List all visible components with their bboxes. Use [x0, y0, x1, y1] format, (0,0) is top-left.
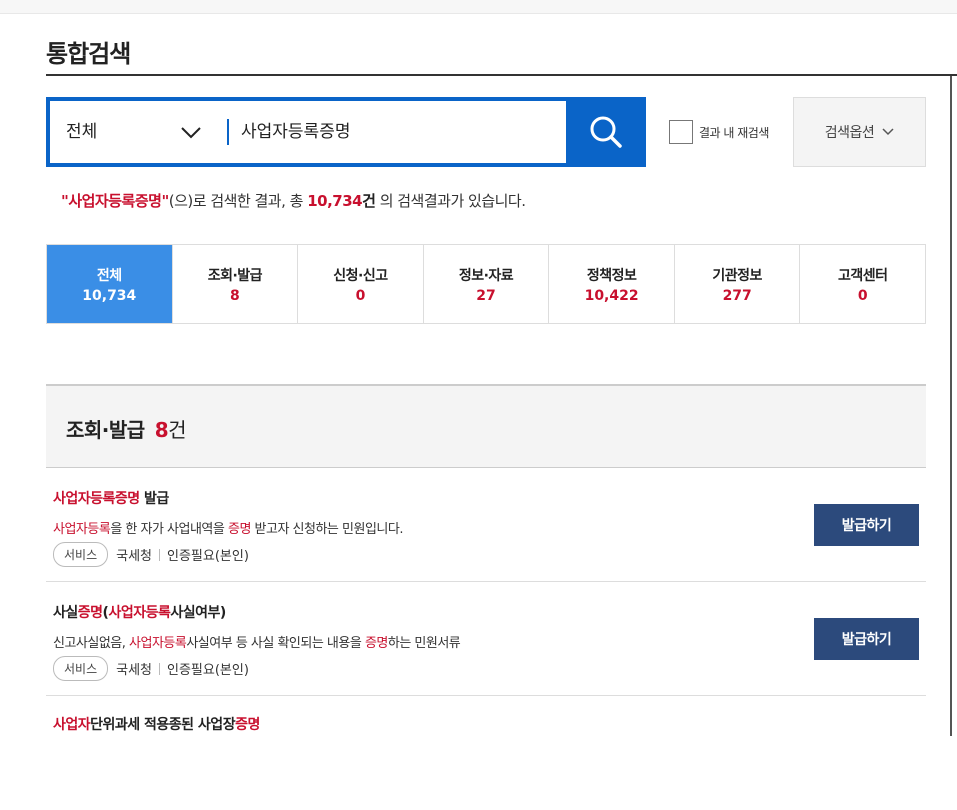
meta-divider: [159, 662, 161, 675]
result-meta: 서비스 국세청 인증필요(본인): [53, 656, 249, 681]
search-icon: [590, 116, 622, 148]
within-results-label: 결과 내 재검색: [699, 125, 769, 140]
summary-count: 10,734: [307, 192, 363, 210]
title-divider: [46, 74, 957, 76]
tab-policy-info[interactable]: 정책정보 10,422: [549, 245, 675, 323]
meta-divider: [159, 548, 161, 561]
agency-name: 국세청: [116, 549, 153, 564]
summary-keyword: 사업자등록증명: [68, 192, 162, 210]
top-bar: [0, 0, 957, 14]
agency-name: 국세청: [116, 663, 153, 678]
chevron-down-icon: [882, 128, 894, 136]
service-tag: 서비스: [53, 656, 109, 681]
result-description: 사업자등록을 한 자가 사업내역을 증명 받고자 신청하는 민원입니다.: [53, 522, 403, 537]
search-separator: [227, 119, 229, 145]
issue-button[interactable]: 발급하기: [814, 618, 919, 660]
list-item: 사업자단위과세 적용종된 사업장증명: [46, 696, 926, 810]
list-item: 사실증명(사업자등록사실여부) 신고사실없음, 사업자등록사실여부 등 사실 확…: [46, 582, 926, 696]
page-title: 통합검색: [46, 40, 131, 68]
result-title[interactable]: 사실증명(사업자등록사실여부): [53, 602, 226, 622]
section-count: 8: [154, 418, 169, 442]
search-box: 전체: [46, 97, 646, 167]
category-tabs: 전체 10,734 조회·발급 8 신청·신고 0 정보·자료 27 정책정보 …: [46, 244, 926, 324]
section-title: 조회·발급 8건: [66, 418, 187, 442]
right-border: [950, 76, 952, 736]
search-summary: "사업자등록증명"(으)로 검색한 결과, 총 10,734건 의 검색결과가 …: [61, 192, 526, 210]
within-results-option[interactable]: 결과 내 재검색: [669, 120, 769, 144]
tab-apply-report[interactable]: 신청·신고 0: [298, 245, 424, 323]
chevron-down-icon[interactable]: [180, 121, 202, 143]
section-header: 조회·발급 8건: [46, 384, 926, 468]
service-tag: 서비스: [53, 542, 109, 567]
issue-button[interactable]: 발급하기: [814, 504, 919, 546]
result-description: 신고사실없음, 사업자등록사실여부 등 사실 확인되는 내용을 증명하는 민원서…: [53, 636, 461, 651]
tab-agency-info[interactable]: 기관정보 277: [675, 245, 801, 323]
result-meta: 서비스 국세청 인증필요(본인): [53, 542, 249, 567]
auth-requirement: 인증필요(본인): [167, 663, 249, 678]
list-item: 사업자등록증명 발급 사업자등록을 한 자가 사업내역을 증명 받고자 신청하는…: [46, 468, 926, 582]
search-button[interactable]: [566, 97, 646, 167]
tab-customer-center[interactable]: 고객센터 0: [800, 245, 925, 323]
search-input[interactable]: [241, 101, 561, 163]
tab-all[interactable]: 전체 10,734: [47, 245, 173, 323]
result-title[interactable]: 사업자단위과세 적용종된 사업장증명: [53, 714, 260, 734]
search-scope-select[interactable]: 전체: [66, 101, 97, 163]
tab-inquiry-issue[interactable]: 조회·발급 8: [173, 245, 299, 323]
result-title[interactable]: 사업자등록증명 발급: [53, 488, 169, 508]
within-results-checkbox[interactable]: [669, 120, 693, 144]
search-options-label: 검색옵션: [824, 125, 875, 141]
auth-requirement: 인증필요(본인): [167, 549, 249, 564]
search-options-button[interactable]: 검색옵션: [793, 97, 926, 167]
tab-info-data[interactable]: 정보·자료 27: [424, 245, 550, 323]
